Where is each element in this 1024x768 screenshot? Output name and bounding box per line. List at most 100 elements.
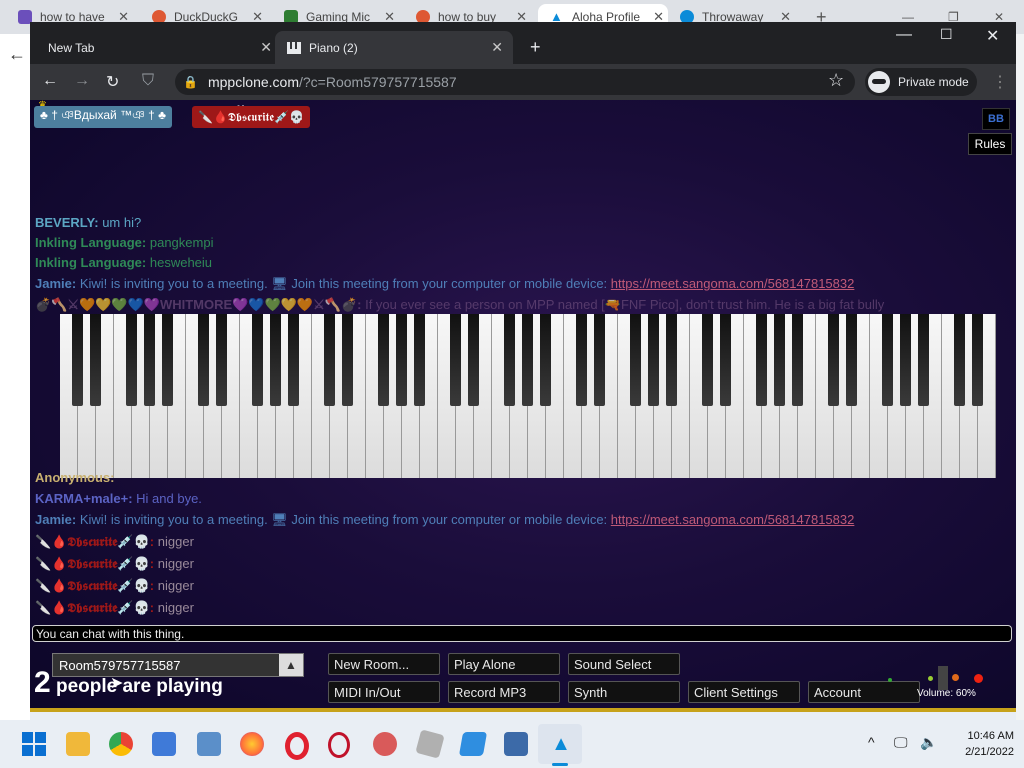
menu-icon[interactable]: ⋮ xyxy=(992,72,1008,92)
piano-black-key[interactable] xyxy=(774,314,785,406)
network-icon[interactable]: 🖵 xyxy=(894,734,908,751)
button-label: Play Alone xyxy=(454,656,516,672)
opera-icon[interactable] xyxy=(285,732,309,760)
chrome-icon[interactable] xyxy=(109,732,133,756)
rules-button[interactable]: Rules xyxy=(968,133,1012,155)
piano-black-key[interactable] xyxy=(972,314,983,406)
people-count: 2 xyxy=(34,666,51,699)
piano-keyboard[interactable] xyxy=(60,314,996,478)
microsoft-store-icon[interactable] xyxy=(152,732,176,756)
close-icon[interactable]: ✕ xyxy=(260,39,272,56)
piano-black-key[interactable] xyxy=(198,314,209,406)
weather-icon[interactable] xyxy=(458,732,488,756)
inner-tab-new-tab[interactable]: New Tab ✕ xyxy=(38,31,282,64)
piano-black-key[interactable] xyxy=(882,314,893,406)
piano-black-key[interactable] xyxy=(576,314,587,406)
chat-author: Jamie: xyxy=(35,276,77,291)
forward-arrow-icon[interactable]: → xyxy=(74,72,90,90)
piano-black-key[interactable] xyxy=(396,314,407,406)
record-indicator xyxy=(974,674,983,683)
piano-black-key[interactable] xyxy=(252,314,263,406)
piano-black-key[interactable] xyxy=(90,314,101,406)
paint-icon[interactable] xyxy=(373,732,397,756)
chat-author: 💣🪓⚔🧡💛💚💙💜WHITMORE💜💙💚💛🧡⚔🪓💣: xyxy=(35,297,362,312)
client-settings-button[interactable]: Client Settings xyxy=(688,681,800,703)
piano-black-key[interactable] xyxy=(72,314,83,406)
midi-in-out-button[interactable]: MIDI In/Out xyxy=(328,681,440,703)
piano-black-key[interactable] xyxy=(324,314,335,406)
play-alone-button[interactable]: Play Alone xyxy=(448,653,560,675)
piano-black-key[interactable] xyxy=(828,314,839,406)
maximize-button[interactable]: ☐ xyxy=(940,26,953,43)
chat-input[interactable]: You can chat with this thing. xyxy=(32,625,1012,642)
bookmark-star-icon[interactable]: ☆ xyxy=(828,70,844,91)
speaker-icon[interactable]: 🔈 xyxy=(920,734,937,751)
piano-black-key[interactable] xyxy=(756,314,767,406)
synth-button[interactable]: Synth xyxy=(568,681,680,703)
file-explorer-icon[interactable] xyxy=(66,732,90,756)
piano-black-key[interactable] xyxy=(144,314,155,406)
reload-icon[interactable]: ↻ xyxy=(106,72,119,92)
chevron-up-icon[interactable]: ▲ xyxy=(279,654,303,676)
account-button[interactable]: Account xyxy=(808,681,920,703)
piano-black-key[interactable] xyxy=(126,314,137,406)
piano-black-key[interactable] xyxy=(918,314,929,406)
private-mode-button[interactable]: Private mode xyxy=(865,68,977,96)
piano-black-key[interactable] xyxy=(792,314,803,406)
shield-icon[interactable]: ⛉ xyxy=(142,72,154,90)
piano-black-key[interactable] xyxy=(504,314,515,406)
record-mp3-button[interactable]: Record MP3 xyxy=(448,681,560,703)
piano-black-key[interactable] xyxy=(648,314,659,406)
system-clock[interactable]: 10:46 AM 2/21/2022 xyxy=(944,728,1014,760)
piano-black-key[interactable] xyxy=(414,314,425,406)
piano-black-key[interactable] xyxy=(162,314,173,406)
chat-author: Jamie: xyxy=(35,512,77,527)
piano-black-key[interactable] xyxy=(540,314,551,406)
virtualbox-icon[interactable] xyxy=(504,732,528,756)
sound-select-button[interactable]: Sound Select xyxy=(568,653,680,675)
piano-black-key[interactable] xyxy=(846,314,857,406)
aloha-icon[interactable]: ▲ xyxy=(549,732,573,756)
piano-black-key[interactable] xyxy=(900,314,911,406)
address-bar[interactable]: 🔒 mppclone.com/?c=Room579757715587 xyxy=(175,69,855,95)
piano-black-key[interactable] xyxy=(450,314,461,406)
piano-black-key[interactable] xyxy=(378,314,389,406)
user-label-me[interactable]: 🔪🩸𝕯𝖇𝖘𝖈𝖚𝖗𝖎𝖙𝖊💉💀 xyxy=(192,106,310,128)
piano-black-key[interactable] xyxy=(630,314,641,406)
piano-black-key[interactable] xyxy=(594,314,605,406)
piano-black-key[interactable] xyxy=(954,314,965,406)
piano-black-key[interactable] xyxy=(288,314,299,406)
meeting-link[interactable]: https://meet.sangoma.com/568147815832 xyxy=(611,276,855,291)
piano-black-key[interactable] xyxy=(270,314,281,406)
piano-black-key[interactable] xyxy=(468,314,479,406)
window-close-button[interactable]: ✕ xyxy=(986,26,999,46)
back-arrow-icon[interactable]: ← xyxy=(8,44,26,65)
piano-black-key[interactable] xyxy=(666,314,677,406)
chat-author: 🔪🩸𝕯𝖇𝖘𝖈𝖚𝖗𝖎𝖙𝖊💉💀: xyxy=(35,600,155,615)
chat-message: Jamie: Kiwi! is inviting you to a meetin… xyxy=(35,276,854,292)
close-icon[interactable]: ✕ xyxy=(491,39,503,56)
piano-icon xyxy=(287,41,301,54)
volume-knob[interactable] xyxy=(938,666,948,690)
firefox-icon[interactable] xyxy=(240,732,264,756)
windows-start-icon[interactable] xyxy=(22,732,46,756)
meeting-link[interactable]: https://meet.sangoma.com/568147815832 xyxy=(611,512,855,527)
back-arrow-icon[interactable]: ← xyxy=(42,72,58,90)
inner-new-tab-button[interactable]: + xyxy=(530,31,550,64)
chat-text: Hi and bye. xyxy=(136,491,202,506)
piano-black-key[interactable] xyxy=(720,314,731,406)
minimize-button[interactable]: — xyxy=(896,26,912,44)
opera-gx-icon[interactable] xyxy=(328,732,350,758)
piano-black-key[interactable] xyxy=(702,314,713,406)
chevron-up-icon[interactable]: ^ xyxy=(868,734,875,750)
piano-black-key[interactable] xyxy=(342,314,353,406)
inner-tab-piano[interactable]: Piano (2) ✕ xyxy=(275,31,513,64)
piano-black-key[interactable] xyxy=(216,314,227,406)
user-label[interactable]: ♣ † ঞBдыхай ™ঞ † ♣ xyxy=(34,106,172,128)
new-room-button[interactable]: New Room... xyxy=(328,653,440,675)
bb-button[interactable]: BB xyxy=(982,108,1010,130)
chat-author: 🔪🩸𝕯𝖇𝖘𝖈𝖚𝖗𝖎𝖙𝖊💉💀: xyxy=(35,534,155,549)
photos-icon[interactable] xyxy=(197,732,221,756)
roblox-icon[interactable] xyxy=(415,729,445,759)
piano-black-key[interactable] xyxy=(522,314,533,406)
